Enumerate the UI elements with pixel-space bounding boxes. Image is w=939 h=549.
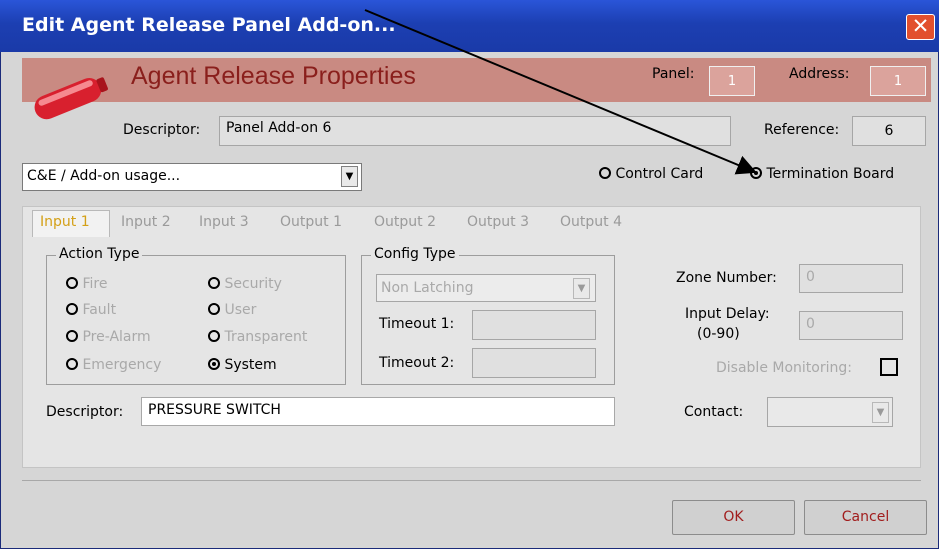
annotation-arrow xyxy=(364,9,757,175)
